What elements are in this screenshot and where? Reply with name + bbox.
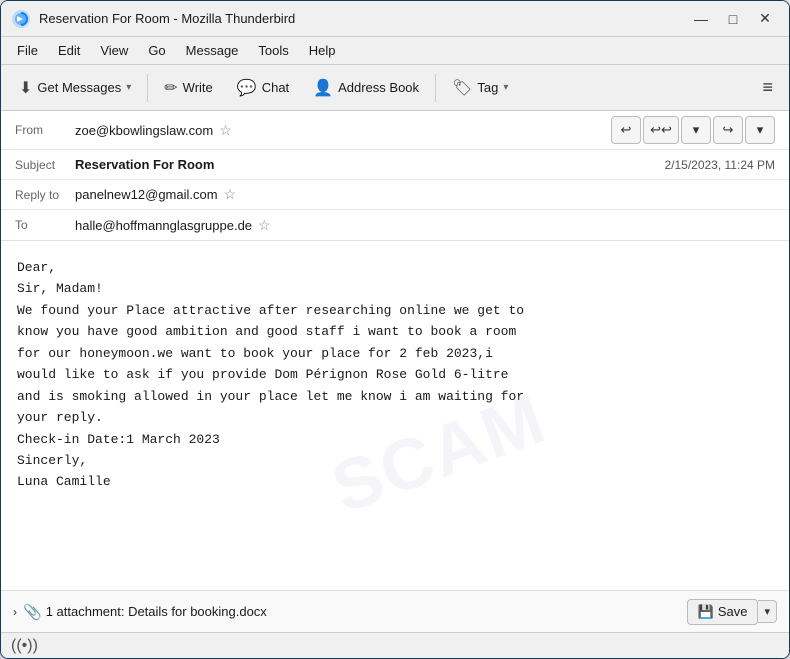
get-messages-arrow: ▾ [126, 82, 131, 93]
subject-label: Subject [15, 158, 75, 172]
more-button[interactable]: ▾ [745, 116, 775, 144]
menu-message[interactable]: Message [178, 41, 247, 60]
attachment-name: 1 attachment: Details for booking.docx [46, 604, 687, 619]
write-icon: ✏ [164, 78, 177, 98]
window-controls: — □ ✕ [687, 8, 779, 30]
menu-bar: File Edit View Go Message Tools Help [1, 37, 789, 65]
menu-file[interactable]: File [9, 41, 46, 60]
toolbar: ⬇ Get Messages ▾ ✏ Write 💬 Chat 👤 Addres… [1, 65, 789, 111]
menu-tools[interactable]: Tools [250, 41, 296, 60]
tag-button[interactable]: 🏷 Tag ▾ [442, 71, 518, 105]
maximize-button[interactable]: □ [719, 8, 747, 30]
to-star-icon[interactable]: ☆ [258, 217, 271, 234]
minimize-button[interactable]: — [687, 8, 715, 30]
tag-icon: 🏷 [452, 78, 472, 98]
from-row: From zoe@kbowlingslaw.com ☆ ↩ ↩↩ ▾ ↪ ▾ [1, 111, 789, 150]
reply-to-address: panelnew12@gmail.com [75, 187, 218, 202]
nav-dropdown-button[interactable]: ▾ [681, 116, 711, 144]
attachment-clip-icon: 📎 [23, 603, 42, 621]
from-value: zoe@kbowlingslaw.com ☆ [75, 122, 611, 139]
thunderbird-icon [11, 9, 31, 29]
save-dropdown-button[interactable]: ▾ [758, 600, 777, 623]
email-body: Dear, Sir, Madam! We found your Place at… [1, 241, 789, 590]
reply-to-value: panelnew12@gmail.com ☆ [75, 186, 775, 203]
chat-label: Chat [262, 80, 289, 95]
menu-edit[interactable]: Edit [50, 41, 88, 60]
menu-help[interactable]: Help [301, 41, 344, 60]
address-book-icon: 👤 [313, 78, 333, 98]
to-address: halle@hoffmannglasgruppe.de [75, 218, 252, 233]
email-date: 2/15/2023, 11:24 PM [664, 158, 775, 172]
toolbar-separator-2 [435, 74, 436, 102]
tag-label: Tag [477, 80, 498, 95]
menu-view[interactable]: View [92, 41, 136, 60]
address-book-label: Address Book [338, 80, 419, 95]
reply-button[interactable]: ↩ [611, 116, 641, 144]
title-bar: Reservation For Room - Mozilla Thunderbi… [1, 1, 789, 37]
get-messages-label: Get Messages [37, 80, 121, 95]
from-star-icon[interactable]: ☆ [219, 122, 232, 139]
address-book-button[interactable]: 👤 Address Book [303, 71, 429, 105]
reply-to-row: Reply to panelnew12@gmail.com ☆ [1, 180, 789, 210]
get-messages-button[interactable]: ⬇ Get Messages ▾ [9, 71, 141, 105]
forward-button[interactable]: ↪ [713, 116, 743, 144]
close-button[interactable]: ✕ [751, 8, 779, 30]
reply-to-label: Reply to [15, 188, 75, 202]
attachment-bar: › 📎 1 attachment: Details for booking.do… [1, 590, 789, 632]
email-content-wrap: SCAM Dear, Sir, Madam! We found your Pla… [1, 241, 789, 632]
status-bar: ((•)) [1, 632, 789, 658]
subject-row: Subject Reservation For Room 2/15/2023, … [1, 150, 789, 180]
save-button[interactable]: 💾 Save [687, 599, 759, 625]
save-icon: 💾 [698, 604, 714, 620]
chat-button[interactable]: 💬 Chat [227, 71, 299, 105]
get-messages-icon: ⬇ [19, 78, 32, 98]
write-label: Write [183, 80, 213, 95]
reply-all-button[interactable]: ↩↩ [643, 116, 679, 144]
menu-go[interactable]: Go [140, 41, 173, 60]
email-body-text: Dear, Sir, Madam! We found your Place at… [17, 257, 773, 493]
attachment-expand-icon[interactable]: › [13, 605, 17, 619]
tag-arrow: ▾ [503, 82, 508, 93]
subject-value: Reservation For Room [75, 157, 664, 172]
to-row: To halle@hoffmannglasgruppe.de ☆ [1, 210, 789, 240]
from-label: From [15, 123, 75, 137]
window-title: Reservation For Room - Mozilla Thunderbi… [39, 11, 687, 26]
to-value: halle@hoffmannglasgruppe.de ☆ [75, 217, 775, 234]
save-label: Save [718, 604, 748, 619]
chat-icon: 💬 [237, 78, 257, 98]
from-address: zoe@kbowlingslaw.com [75, 123, 213, 138]
to-label: To [15, 218, 75, 232]
main-window: Reservation For Room - Mozilla Thunderbi… [0, 0, 790, 659]
write-button[interactable]: ✏ Write [154, 71, 223, 105]
wifi-icon: ((•)) [11, 637, 38, 655]
nav-arrows: ↩ ↩↩ ▾ ↪ ▾ [611, 116, 775, 144]
hamburger-menu-button[interactable]: ≡ [754, 73, 781, 102]
reply-to-star-icon[interactable]: ☆ [224, 186, 237, 203]
toolbar-separator-1 [147, 74, 148, 102]
email-header: From zoe@kbowlingslaw.com ☆ ↩ ↩↩ ▾ ↪ ▾ S… [1, 111, 789, 241]
